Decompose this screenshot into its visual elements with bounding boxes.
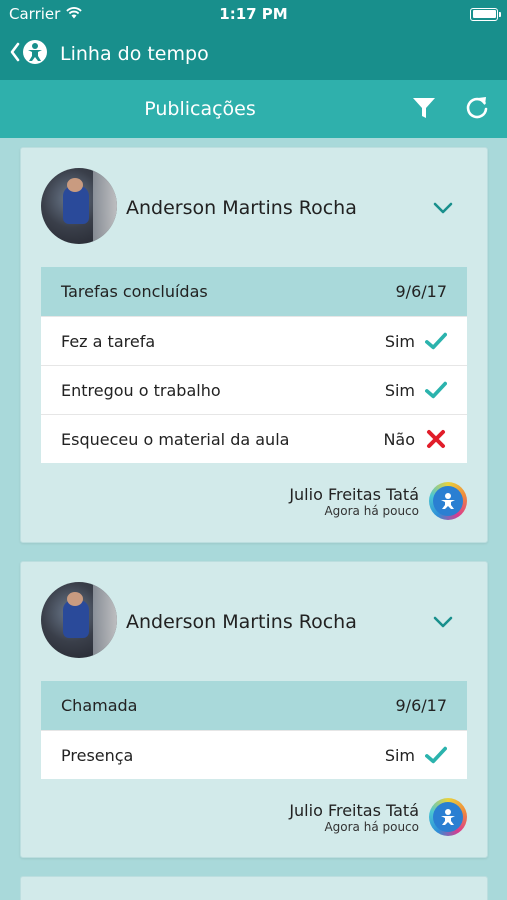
row-value: Sim [384, 745, 415, 765]
author-name: Julio Freitas Tatá [289, 484, 419, 504]
post-table: Tarefas concluídas 9/6/17 Fez a tarefa S… [41, 267, 467, 463]
sub-header: Publicações [0, 80, 507, 138]
row-label: Fez a tarefa [61, 331, 156, 351]
author-logo-icon [429, 798, 467, 836]
post-category: Chamada [61, 696, 138, 715]
post-table: Chamada 9/6/17 Presença Sim [41, 681, 467, 779]
nav-bar: Linha do tempo [0, 28, 507, 80]
student-name: Anderson Martins Rocha [126, 197, 357, 219]
battery-icon [470, 7, 501, 21]
post-date: 9/6/17 [395, 282, 448, 301]
post-time: Agora há pouco [324, 819, 419, 834]
check-icon [425, 331, 447, 351]
author-logo-icon [429, 482, 467, 520]
wifi-icon [66, 5, 83, 23]
row-label: Presença [61, 745, 134, 765]
table-row: Fez a tarefa Sim [41, 316, 467, 365]
avatar [41, 168, 117, 244]
back-button[interactable] [10, 39, 48, 69]
check-icon [425, 745, 447, 765]
row-value: Não [383, 429, 415, 449]
refresh-icon [464, 94, 490, 126]
nav-title: Linha do tempo [60, 43, 209, 65]
row-label: Entregou o trabalho [61, 380, 221, 400]
refresh-button[interactable] [461, 94, 493, 126]
expand-button[interactable] [431, 200, 455, 216]
table-row: Entregou o trabalho Sim [41, 365, 467, 414]
app-logo-icon [22, 39, 48, 69]
sub-header-title: Publicações [144, 98, 256, 120]
post-category: Tarefas concluídas [61, 282, 208, 301]
chevron-down-icon [431, 615, 455, 634]
post-time: Agora há pouco [324, 503, 419, 518]
post-header-row: Chamada 9/6/17 [41, 681, 467, 730]
post-card-partial [20, 876, 488, 900]
expand-button[interactable] [431, 614, 455, 630]
table-row: Esqueceu o material da aula Não [41, 414, 467, 463]
row-label: Esqueceu o material da aula [61, 429, 290, 449]
row-value: Sim [384, 331, 415, 351]
table-row: Presença Sim [41, 730, 467, 779]
post-author: Julio Freitas Tatá Agora há pouco [289, 482, 467, 520]
cross-icon [425, 429, 447, 449]
check-icon [425, 380, 447, 400]
carrier-label: Carrier [9, 5, 61, 23]
post-card: Anderson Martins Rocha Chamada 9/6/17 Pr… [20, 561, 488, 858]
post-card: Anderson Martins Rocha Tarefas concluída… [20, 147, 488, 543]
post-date: 9/6/17 [395, 696, 448, 715]
author-name: Julio Freitas Tatá [289, 800, 419, 820]
status-bar: Carrier 1:17 PM [0, 0, 507, 28]
chevron-down-icon [431, 201, 455, 220]
post-author: Julio Freitas Tatá Agora há pouco [289, 798, 467, 836]
chevron-left-icon [10, 42, 20, 66]
filter-icon [411, 95, 437, 125]
row-value: Sim [384, 380, 415, 400]
avatar [41, 582, 117, 658]
filter-button[interactable] [408, 94, 440, 126]
student-name: Anderson Martins Rocha [126, 611, 357, 633]
post-header-row: Tarefas concluídas 9/6/17 [41, 267, 467, 316]
